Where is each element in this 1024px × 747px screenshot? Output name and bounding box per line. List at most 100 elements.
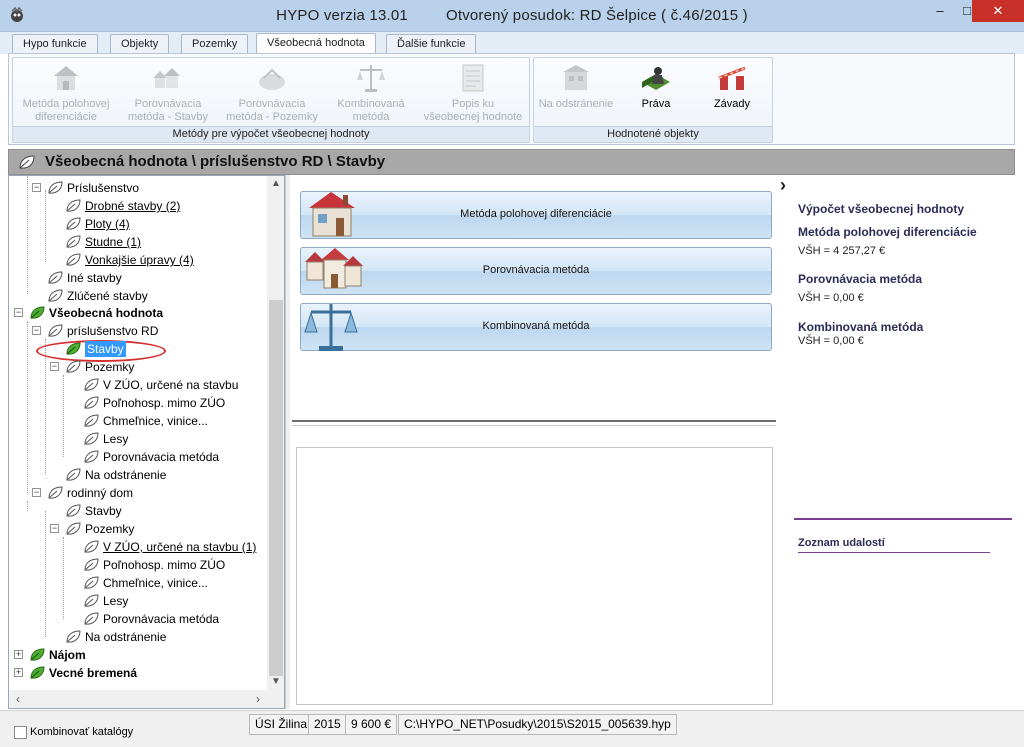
leaf-icon — [47, 271, 64, 285]
ribbon-group-methods-label: Metódy pre výpočet všeobecnej hodnoty — [13, 126, 529, 142]
tree-item-lesy-rd[interactable]: Lesy — [9, 592, 267, 610]
minimize-button[interactable]: – — [926, 0, 954, 22]
tree-item-drobne-stavby[interactable]: Drobné stavby (2) — [9, 197, 267, 215]
tree-item-label: Na odstránenie — [85, 630, 167, 644]
tree-vertical-scrollbar[interactable]: ▲ ▼ — [267, 176, 284, 690]
tab-vseobecna-hodnota[interactable]: Všeobecná hodnota — [256, 33, 376, 55]
tree-item-prislusenstvo-rd[interactable]: − príslušenstvo RD — [9, 322, 267, 340]
tree-item-porovnavacia-metoda[interactable]: Porovnávacia metóda — [9, 448, 267, 466]
title-bar: HYPO verzia 13.01 Otvorený posudok: RD Še… — [0, 0, 1024, 32]
houses-icon — [153, 68, 180, 88]
tree-item-na-odstranenie[interactable]: Na odstránenie — [9, 466, 267, 484]
tab-objekty[interactable]: Objekty — [110, 34, 170, 54]
leaf-icon — [19, 155, 35, 169]
defects-button[interactable]: Závady — [694, 62, 770, 111]
leaf-icon — [83, 558, 100, 572]
leaf-icon — [83, 612, 100, 626]
tree-item-label: Porovnávacia metóda — [103, 612, 220, 626]
expand-icon[interactable]: + — [14, 668, 23, 677]
tree-item-polnohosp[interactable]: Poľnohosp. mimo ZÚO — [9, 394, 267, 412]
comparative-buildings-button[interactable]: Porovnávacia metóda - Stavby — [118, 62, 218, 124]
tree-item-ploty[interactable]: Ploty (4) — [9, 215, 267, 233]
comparative-land-button[interactable]: Porovnávacia metóda - Pozemky — [220, 62, 324, 124]
comparative-method-button[interactable]: Porovnávacia metóda — [300, 247, 772, 295]
tree-item-lesy[interactable]: Lesy — [9, 430, 267, 448]
tree-item-v-zuo-rd[interactable]: V ZÚO, určené na stavbu (1) — [9, 538, 267, 556]
ribbon-group-objects: Na odstránenie Práva Závady Hodnotené ob… — [533, 57, 773, 143]
tree-item-label: Pozemky — [85, 360, 135, 374]
leaf-icon — [65, 522, 82, 536]
tree-item-stavby[interactable]: Stavby — [9, 502, 267, 520]
method-label: Porovnávacia metóda — [482, 264, 590, 276]
location-differentiation-method-button[interactable]: Metóda polohovej diferenciácie — [300, 191, 772, 239]
tree-item-polnohosp-rd[interactable]: Poľnohosp. mimo ZÚO — [9, 556, 267, 574]
tree-horizontal-scrollbar[interactable]: ‹ › — [9, 690, 284, 708]
scroll-up-arrow-icon[interactable]: ▲ — [267, 176, 284, 192]
collapse-icon[interactable]: − — [14, 308, 23, 317]
button-label-line1: Porovnávacia — [134, 98, 202, 110]
scroll-left-arrow-icon[interactable]: ‹ — [9, 690, 27, 708]
tree-item-label: Poľnohosp. mimo ZÚO — [103, 396, 226, 410]
tree-item-label: Vonkajšie úpravy (4) — [85, 253, 194, 267]
collapse-icon[interactable]: − — [32, 488, 41, 497]
scroll-thumb[interactable] — [269, 300, 283, 676]
collapse-icon[interactable]: − — [32, 326, 41, 335]
window-title-app: HYPO verzia 13.01 — [276, 7, 408, 24]
tree-item-vecne-bremena[interactable]: + Vecné bremená — [9, 664, 267, 682]
tree-item-vseobecna-hodnota[interactable]: − Všeobecná hodnota — [9, 304, 267, 322]
tree-item-porovnavacia-metoda-rd[interactable]: Porovnávacia metóda — [9, 610, 267, 628]
collapse-icon[interactable]: − — [50, 524, 59, 533]
tree-item-chmelnice-rd[interactable]: Chmeľnice, vinice... — [9, 574, 267, 592]
tree-item-v-zuo[interactable]: V ZÚO, určené na stavbu — [9, 376, 267, 394]
tree-item-zlucene-stavby[interactable]: Zlúčené stavby — [9, 287, 267, 305]
tree-item-stavby-selected[interactable]: Stavby — [9, 340, 267, 358]
combined-method-button[interactable]: Kombinovaná metóda — [326, 62, 416, 124]
tree-item-label: Stavby — [85, 504, 122, 518]
button-label: Závady — [713, 98, 751, 110]
combine-catalogs-checkbox[interactable] — [14, 726, 27, 739]
tree-item-pozemky-rd[interactable]: − Pozemky — [9, 520, 267, 538]
rights-button[interactable]: Práva — [618, 62, 694, 111]
method-location-differentiation-button[interactable]: Metóda polohovej diferenciácie — [16, 62, 116, 124]
value-description-button[interactable]: Popis ku všeobecnej hodnote — [418, 62, 528, 124]
button-label-line2: všeobecnej hodnote — [423, 111, 523, 123]
combine-catalogs-label[interactable]: Kombinovať katalógy — [30, 726, 133, 738]
tree-item-chmelnice[interactable]: Chmeľnice, vinice... — [9, 412, 267, 430]
tree-item-vonkajsie-upravy[interactable]: Vonkajšie úpravy (4) — [9, 251, 267, 269]
tree-item-label: príslušenstvo RD — [67, 324, 159, 338]
document-icon — [462, 64, 484, 92]
events-list-title[interactable]: Zoznam udalostí — [798, 537, 885, 549]
summary-method3-value: VŠH = 0,00 € — [798, 335, 864, 347]
demolition-button[interactable]: Na odstránenie — [536, 62, 616, 111]
land-icon — [259, 68, 285, 90]
leaf-icon — [65, 630, 82, 644]
collapse-icon[interactable]: − — [32, 183, 41, 192]
collapse-icon[interactable]: − — [50, 362, 59, 371]
divider-line — [794, 518, 1012, 520]
combined-method-panel-button[interactable]: Kombinovaná metóda — [300, 303, 772, 351]
tree-item-label: Drobné stavby (2) — [85, 199, 181, 213]
tree-item-na-odstranenie-rd[interactable]: Na odstránenie — [9, 628, 267, 646]
button-label-line2: metóda - Pozemky — [226, 111, 318, 123]
tree-item-label: Chmeľnice, vinice... — [103, 414, 208, 428]
leaf-icon — [65, 199, 82, 213]
tab-hypo-funkcie[interactable]: Hypo funkcie — [12, 34, 98, 54]
navigation-tree[interactable]: ▲ ▼ ‹ › − Príslušenstvo Drobné stavby (2) P… — [8, 175, 285, 709]
tree-item-najom[interactable]: + Nájom — [9, 646, 267, 664]
expand-icon[interactable]: + — [14, 650, 23, 659]
tree-item-label: Porovnávacia metóda — [103, 450, 220, 464]
tree-item-rodinny-dom[interactable]: − rodinný dom — [9, 484, 267, 502]
tree-item-prislusenstvo[interactable]: − Príslušenstvo — [9, 179, 267, 197]
close-button[interactable]: ✕ — [972, 0, 1024, 22]
leaf-icon — [65, 360, 82, 374]
button-label-line1: Kombinovaná — [337, 98, 405, 110]
scales-icon — [357, 65, 385, 92]
tab-pozemky[interactable]: Pozemky — [181, 34, 249, 54]
scroll-right-arrow-icon[interactable]: › — [249, 690, 267, 708]
tree-item-ine-stavby[interactable]: Iné stavby — [9, 269, 267, 287]
chevron-right-icon[interactable]: › — [780, 175, 786, 196]
tree-item-pozemky[interactable]: − Pozemky — [9, 358, 267, 376]
tab-dalsie-funkcie[interactable]: Ďalšie funkcie — [386, 34, 477, 54]
tree-item-studne[interactable]: Studne (1) — [9, 233, 267, 251]
scroll-down-arrow-icon[interactable]: ▼ — [267, 674, 284, 690]
